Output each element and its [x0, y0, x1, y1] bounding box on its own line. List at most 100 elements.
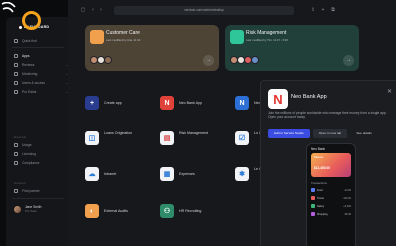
card-title: Customer Care: [106, 30, 140, 36]
sidebar-item-label: Licensing: [22, 152, 36, 156]
app-label: Expenses: [179, 172, 195, 176]
preview-row: Salary +3,200: [311, 203, 351, 209]
chevron-down-icon: ⌄: [65, 72, 68, 76]
sidebar-toggle-icon[interactable]: ▢: [80, 7, 86, 13]
risk-icon: ▤: [160, 131, 174, 145]
app-neo-bank[interactable]: N Neo Bank App: [160, 96, 202, 110]
user-profile[interactable]: Jane Smith Pro Team: [14, 205, 42, 213]
app-label: Loans Origination: [104, 131, 133, 135]
reviews-icon: [14, 63, 18, 67]
sidebar-item-label: Compliance: [22, 161, 40, 165]
sidebar-item-users[interactable]: Users & access ⌄: [14, 81, 68, 85]
app-intranet[interactable]: ☁ Intranet: [85, 167, 116, 181]
card-subtitle: Last modified by Tim, 11:47 - 6:30: [246, 38, 288, 42]
sidebar-item-label: Pro Editor: [22, 90, 37, 94]
edit-in-studio-button[interactable]: Edit in Service Studio: [268, 129, 310, 138]
app-label: Create app: [104, 101, 122, 105]
app-label: External Audits: [104, 209, 128, 213]
preview-header: Neo Bank: [311, 147, 325, 151]
app-label: Risk Management: [179, 131, 208, 135]
category-dot: [311, 196, 315, 200]
open-arrow-icon[interactable]: →: [203, 55, 214, 66]
panel-title: Neo Bank App: [291, 94, 327, 100]
see-details-button[interactable]: See details: [350, 129, 378, 138]
sidebar-item-monitoring[interactable]: Monitoring ⌄: [14, 72, 68, 76]
app-label: HR Recruiting: [179, 209, 202, 213]
share-icon[interactable]: ⇪: [310, 7, 316, 13]
section-heading: General: [14, 135, 27, 139]
row-value: -24.00: [343, 188, 351, 192]
app-expenses[interactable]: ▦ Expenses: [160, 167, 195, 181]
loans-icon: ◫: [85, 131, 99, 145]
open-arrow-icon[interactable]: →: [343, 55, 354, 66]
open-new-tab-button[interactable]: Open in new tab: [313, 129, 347, 138]
collaborators: [90, 56, 112, 64]
avatar: [104, 56, 112, 64]
app-external-audits[interactable]: ◐ External Audits: [85, 204, 128, 218]
customer-care-icon: [90, 30, 104, 44]
preview-row: Travel -120.00: [311, 195, 351, 201]
sidebar-item-find-partner[interactable]: Find partner: [14, 189, 68, 193]
sidebar-item-usage[interactable]: Usage: [14, 143, 68, 147]
card-label: Balance: [314, 156, 324, 159]
divider: [12, 198, 64, 199]
sidebar-item-label: Users & access: [22, 81, 45, 85]
logo-icon: [1, 2, 16, 13]
app-create[interactable]: + Create app: [85, 96, 122, 110]
sidebar-item-pro-editor[interactable]: Pro Editor ⌄: [14, 90, 68, 94]
compliance-icon: [14, 161, 18, 165]
app-neo[interactable]: N Neo: [235, 96, 261, 110]
monitoring-icon: [14, 72, 18, 76]
app-detail-panel: N Neo Bank App ✕ Join the millions of pe…: [260, 80, 396, 246]
row-value: +3,200: [343, 204, 351, 208]
apps-icon: [14, 54, 18, 58]
sidebar-item-compliance[interactable]: Compliance: [14, 161, 68, 165]
neo-bank-icon: N: [160, 96, 174, 110]
editor-icon: [14, 90, 18, 94]
panel-description: Join the millions of people worldwide wh…: [268, 111, 387, 120]
sidebar-item-label: Monitoring: [22, 72, 38, 76]
sidebar-item-licensing[interactable]: Licensing: [14, 152, 68, 156]
app-risk-management[interactable]: ▤ Risk Management: [160, 131, 213, 145]
app-loans-origination[interactable]: ◫ Loans Origination: [85, 131, 138, 145]
card-subtitle: Last modified by Ana, 11:32: [106, 38, 141, 42]
sidebar-item-label: Usage: [22, 143, 32, 147]
row-label: Travel: [317, 196, 324, 200]
divider: [12, 47, 64, 48]
row-label: Food: [317, 188, 323, 192]
category-dot: [311, 212, 315, 216]
cloud-icon: ☁: [85, 167, 99, 181]
back-icon[interactable]: ‹: [90, 7, 96, 13]
category-dot: [311, 188, 315, 192]
row-label: Salary: [317, 204, 325, 208]
screen: ▢ ‹ › vendalo.com/admin/desktop ⇪ + ⧉ DA…: [0, 0, 396, 246]
featured-card-risk-management[interactable]: Risk Management Last modified by Tim, 11…: [225, 25, 359, 71]
sidebar-item-reviews[interactable]: Reviews ⌄: [14, 63, 68, 67]
sidebar: DASHBOARD Quick find Apps Reviews ⌄ Monit…: [6, 17, 68, 246]
app-label: Intranet: [104, 172, 117, 176]
app-hr-recruiting[interactable]: ⚇ HR Recruiting: [160, 204, 201, 218]
tabs-icon[interactable]: ⧉: [330, 7, 336, 13]
bulb-icon: ✱: [235, 167, 249, 181]
forward-icon[interactable]: ›: [98, 7, 104, 13]
preview-row: Food -24.00: [311, 187, 351, 193]
avatar: [14, 205, 21, 213]
search-icon: [14, 39, 18, 43]
row-value: -68.40: [343, 212, 351, 216]
sidebar-item-apps[interactable]: Apps: [14, 54, 68, 58]
browser-toolbar: ▢ ‹ › vendalo.com/admin/desktop ⇪ + ⧉: [74, 5, 364, 16]
card-title: Risk Management: [246, 30, 287, 36]
chevron-down-icon: ⌄: [65, 63, 68, 67]
close-icon[interactable]: ✕: [387, 88, 392, 95]
plus-icon: +: [85, 96, 99, 110]
address-bar[interactable]: vendalo.com/admin/desktop: [114, 6, 294, 15]
row-label: Shopping: [317, 212, 328, 216]
search-item[interactable]: Quick find: [14, 39, 68, 43]
add-tab-icon[interactable]: +: [320, 7, 326, 13]
preview-balance-card: Balance $12,450.00: [311, 153, 351, 177]
category-dot: [311, 204, 315, 208]
card-amount: $12,450.00: [314, 166, 330, 170]
app-label: Neo Bank App: [179, 101, 202, 105]
featured-card-customer-care[interactable]: Customer Care Last modified by Ana, 11:3…: [85, 25, 219, 71]
avatar: [251, 56, 259, 64]
